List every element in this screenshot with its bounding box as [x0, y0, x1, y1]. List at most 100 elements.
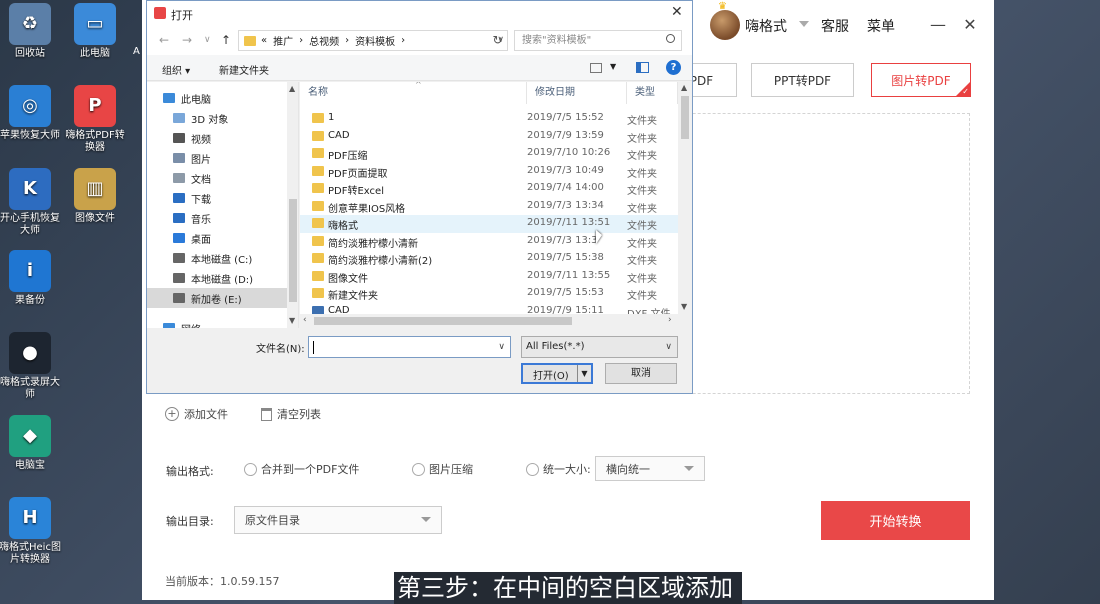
- scroll-down-icon[interactable]: ▼: [289, 316, 295, 325]
- sidebar-item[interactable]: 图片: [147, 148, 287, 168]
- desktop-shortcut[interactable]: ▭ 此电脑: [62, 3, 128, 60]
- file-row[interactable]: 图像文件 2019/7/11 13:55 文件夹: [300, 268, 678, 286]
- desktop-shortcut[interactable]: P 嗨格式PDF转换器: [62, 85, 128, 154]
- open-button[interactable]: 打开(O) ▼: [521, 363, 593, 384]
- breadcrumb-item[interactable]: 总视频: [309, 33, 339, 48]
- sidebar-item[interactable]: 新加卷 (E:): [147, 288, 287, 308]
- scroll-right-icon[interactable]: ›: [668, 315, 672, 325]
- dialog-close-button[interactable]: ✕: [671, 4, 683, 20]
- breadcrumb-sep[interactable]: ›: [299, 35, 303, 46]
- sidebar-item[interactable]: 网络: [147, 318, 287, 328]
- close-button[interactable]: ✕: [959, 13, 981, 35]
- sidebar-item[interactable]: 音乐: [147, 208, 287, 228]
- add-file-button[interactable]: + 添加文件: [165, 406, 228, 422]
- chevron-down-icon[interactable]: ∨: [498, 342, 505, 352]
- desktop-shortcut[interactable]: H 嗨格式Heic图片转换器: [0, 497, 63, 566]
- radio-compress[interactable]: 图片压缩: [412, 461, 473, 477]
- mode-image-to-pdf[interactable]: 图片转PDF ✓: [871, 63, 971, 97]
- sidebar-item[interactable]: 视频: [147, 128, 287, 148]
- filename-input[interactable]: ∨: [308, 336, 511, 358]
- file-row[interactable]: 简约淡雅柠檬小清新(2) 2019/7/5 15:38 文件夹: [300, 250, 678, 268]
- file-row[interactable]: 创意苹果IOS风格 2019/7/3 13:34 文件夹: [300, 198, 678, 216]
- column-type[interactable]: 类型: [627, 82, 678, 104]
- refresh-icon[interactable]: ↻: [488, 31, 507, 50]
- plus-icon: +: [165, 407, 179, 421]
- organize-button[interactable]: 组织 ▾: [162, 62, 190, 77]
- start-convert-button[interactable]: 开始转换: [821, 501, 970, 540]
- back-arrow-icon[interactable]: ←: [159, 33, 169, 47]
- desktop-shortcut[interactable]: i 果备份: [0, 250, 63, 307]
- desktop-shortcut[interactable]: ● 嗨格式录屏大师: [0, 332, 63, 401]
- scroll-thumb[interactable]: [289, 199, 297, 302]
- sidebar-item[interactable]: 本地磁盘 (C:): [147, 248, 287, 268]
- file-row[interactable]: 新建文件夹 2019/7/5 15:53 文件夹: [300, 285, 678, 303]
- open-label: 打开(O): [533, 371, 569, 382]
- desktop-shortcut[interactable]: K 开心手机恢复大师: [0, 168, 63, 237]
- user-name[interactable]: 嗨格式: [745, 16, 787, 36]
- scroll-thumb[interactable]: [314, 317, 572, 325]
- address-bar[interactable]: « 推广 › 总视频 › 资料模板 › ∨: [238, 30, 508, 51]
- folder-icon: [312, 235, 324, 246]
- file-row[interactable]: 嗨格式 2019/7/11 13:51 文件夹: [300, 215, 678, 233]
- sidebar-item[interactable]: 此电脑: [147, 88, 287, 108]
- minimize-button[interactable]: —: [927, 13, 949, 35]
- clear-list-button[interactable]: 清空列表: [261, 406, 321, 422]
- search-placeholder: 搜索"资料模板": [522, 35, 592, 46]
- chevron-down-icon[interactable]: ▼: [610, 62, 616, 71]
- file-row[interactable]: CAD 2019/7/9 13:59 文件夹: [300, 128, 678, 146]
- scroll-thumb[interactable]: [681, 96, 689, 139]
- size-select[interactable]: 横向统一: [595, 456, 705, 481]
- avatar[interactable]: [710, 10, 740, 40]
- file-type-filter[interactable]: All Files(*.*) ∨: [521, 336, 678, 358]
- chevron-down-icon[interactable]: [799, 21, 809, 27]
- file-row[interactable]: PDF页面提取 2019/7/3 10:49 文件夹: [300, 163, 678, 181]
- radio-merge[interactable]: 合并到一个PDF文件: [244, 461, 359, 477]
- column-name[interactable]: 名称: [300, 82, 527, 104]
- sidebar-item[interactable]: 本地磁盘 (D:): [147, 268, 287, 288]
- open-options-icon[interactable]: ▼: [577, 365, 591, 382]
- breadcrumb-sep[interactable]: ›: [345, 35, 349, 46]
- output-dir-select[interactable]: 原文件目录: [234, 506, 442, 534]
- menu-link[interactable]: 菜单: [867, 16, 895, 36]
- breadcrumb-item[interactable]: 资料模板: [355, 33, 395, 48]
- preview-pane-icon[interactable]: [636, 62, 649, 73]
- location-icon: [173, 193, 185, 203]
- file-row[interactable]: PDF转Excel 2019/7/4 14:00 文件夹: [300, 180, 678, 198]
- dialog-nav-bar: ← → ∨ ↑ « 推广 › 总视频 › 资料模板 › ∨ ↻ 搜索"资料模板": [147, 27, 692, 55]
- desktop-shortcut[interactable]: ▥ 图像文件: [62, 168, 128, 225]
- up-arrow-icon[interactable]: ↑: [221, 33, 231, 47]
- forward-arrow-icon[interactable]: →: [182, 33, 192, 47]
- desktop-shortcut[interactable]: ◆ 电脑宝: [0, 415, 63, 472]
- scroll-up-icon[interactable]: ▲: [289, 84, 295, 93]
- search-input[interactable]: 搜索"资料模板": [514, 30, 682, 51]
- file-row[interactable]: PDF压缩 2019/7/10 10:26 文件夹: [300, 145, 678, 163]
- open-file-dialog: 打开 ✕ ← → ∨ ↑ « 推广 › 总视频 › 资料模板 › ∨ ↻ 搜索"…: [146, 0, 693, 394]
- radio-uniform-size[interactable]: 统一大小:: [526, 461, 591, 477]
- breadcrumb-sep[interactable]: ›: [401, 35, 405, 46]
- breadcrumb-item[interactable]: 推广: [273, 33, 293, 48]
- cancel-button[interactable]: 取消: [605, 363, 677, 384]
- file-vertical-scrollbar[interactable]: ▲ ▼: [678, 82, 692, 314]
- file-horizontal-scrollbar[interactable]: ‹ ›: [300, 314, 692, 328]
- sidebar-item[interactable]: 3D 对象: [147, 108, 287, 128]
- desktop-shortcut[interactable]: ◎ 苹果恢复大师: [0, 85, 63, 142]
- service-link[interactable]: 客服: [821, 16, 849, 36]
- scroll-down-icon[interactable]: ▼: [681, 302, 687, 311]
- scroll-left-icon[interactable]: ‹: [303, 315, 307, 325]
- sidebar-item[interactable]: 下载: [147, 188, 287, 208]
- file-row[interactable]: 简约淡雅柠檬小清新 2019/7/3 13:3 文件夹: [300, 233, 678, 251]
- new-folder-button[interactable]: 新建文件夹: [219, 62, 269, 77]
- column-date[interactable]: 修改日期: [527, 82, 627, 104]
- view-options-icon[interactable]: [590, 63, 602, 73]
- nav-scrollbar[interactable]: ▲ ▼: [287, 82, 298, 328]
- sidebar-item-label: 桌面: [191, 234, 211, 246]
- help-icon[interactable]: ?: [666, 60, 681, 75]
- desktop-shortcut[interactable]: ♻ 回收站: [0, 3, 63, 60]
- folder-icon: [244, 35, 256, 46]
- file-row[interactable]: 1 2019/7/5 15:52 文件夹: [300, 110, 678, 128]
- sidebar-item[interactable]: 文档: [147, 168, 287, 188]
- sidebar-item[interactable]: 桌面: [147, 228, 287, 248]
- scroll-up-icon[interactable]: ▲: [681, 83, 687, 92]
- mode-ppt-to-pdf[interactable]: PPT转PDF: [751, 63, 854, 97]
- history-dropdown-icon[interactable]: ∨: [204, 35, 211, 45]
